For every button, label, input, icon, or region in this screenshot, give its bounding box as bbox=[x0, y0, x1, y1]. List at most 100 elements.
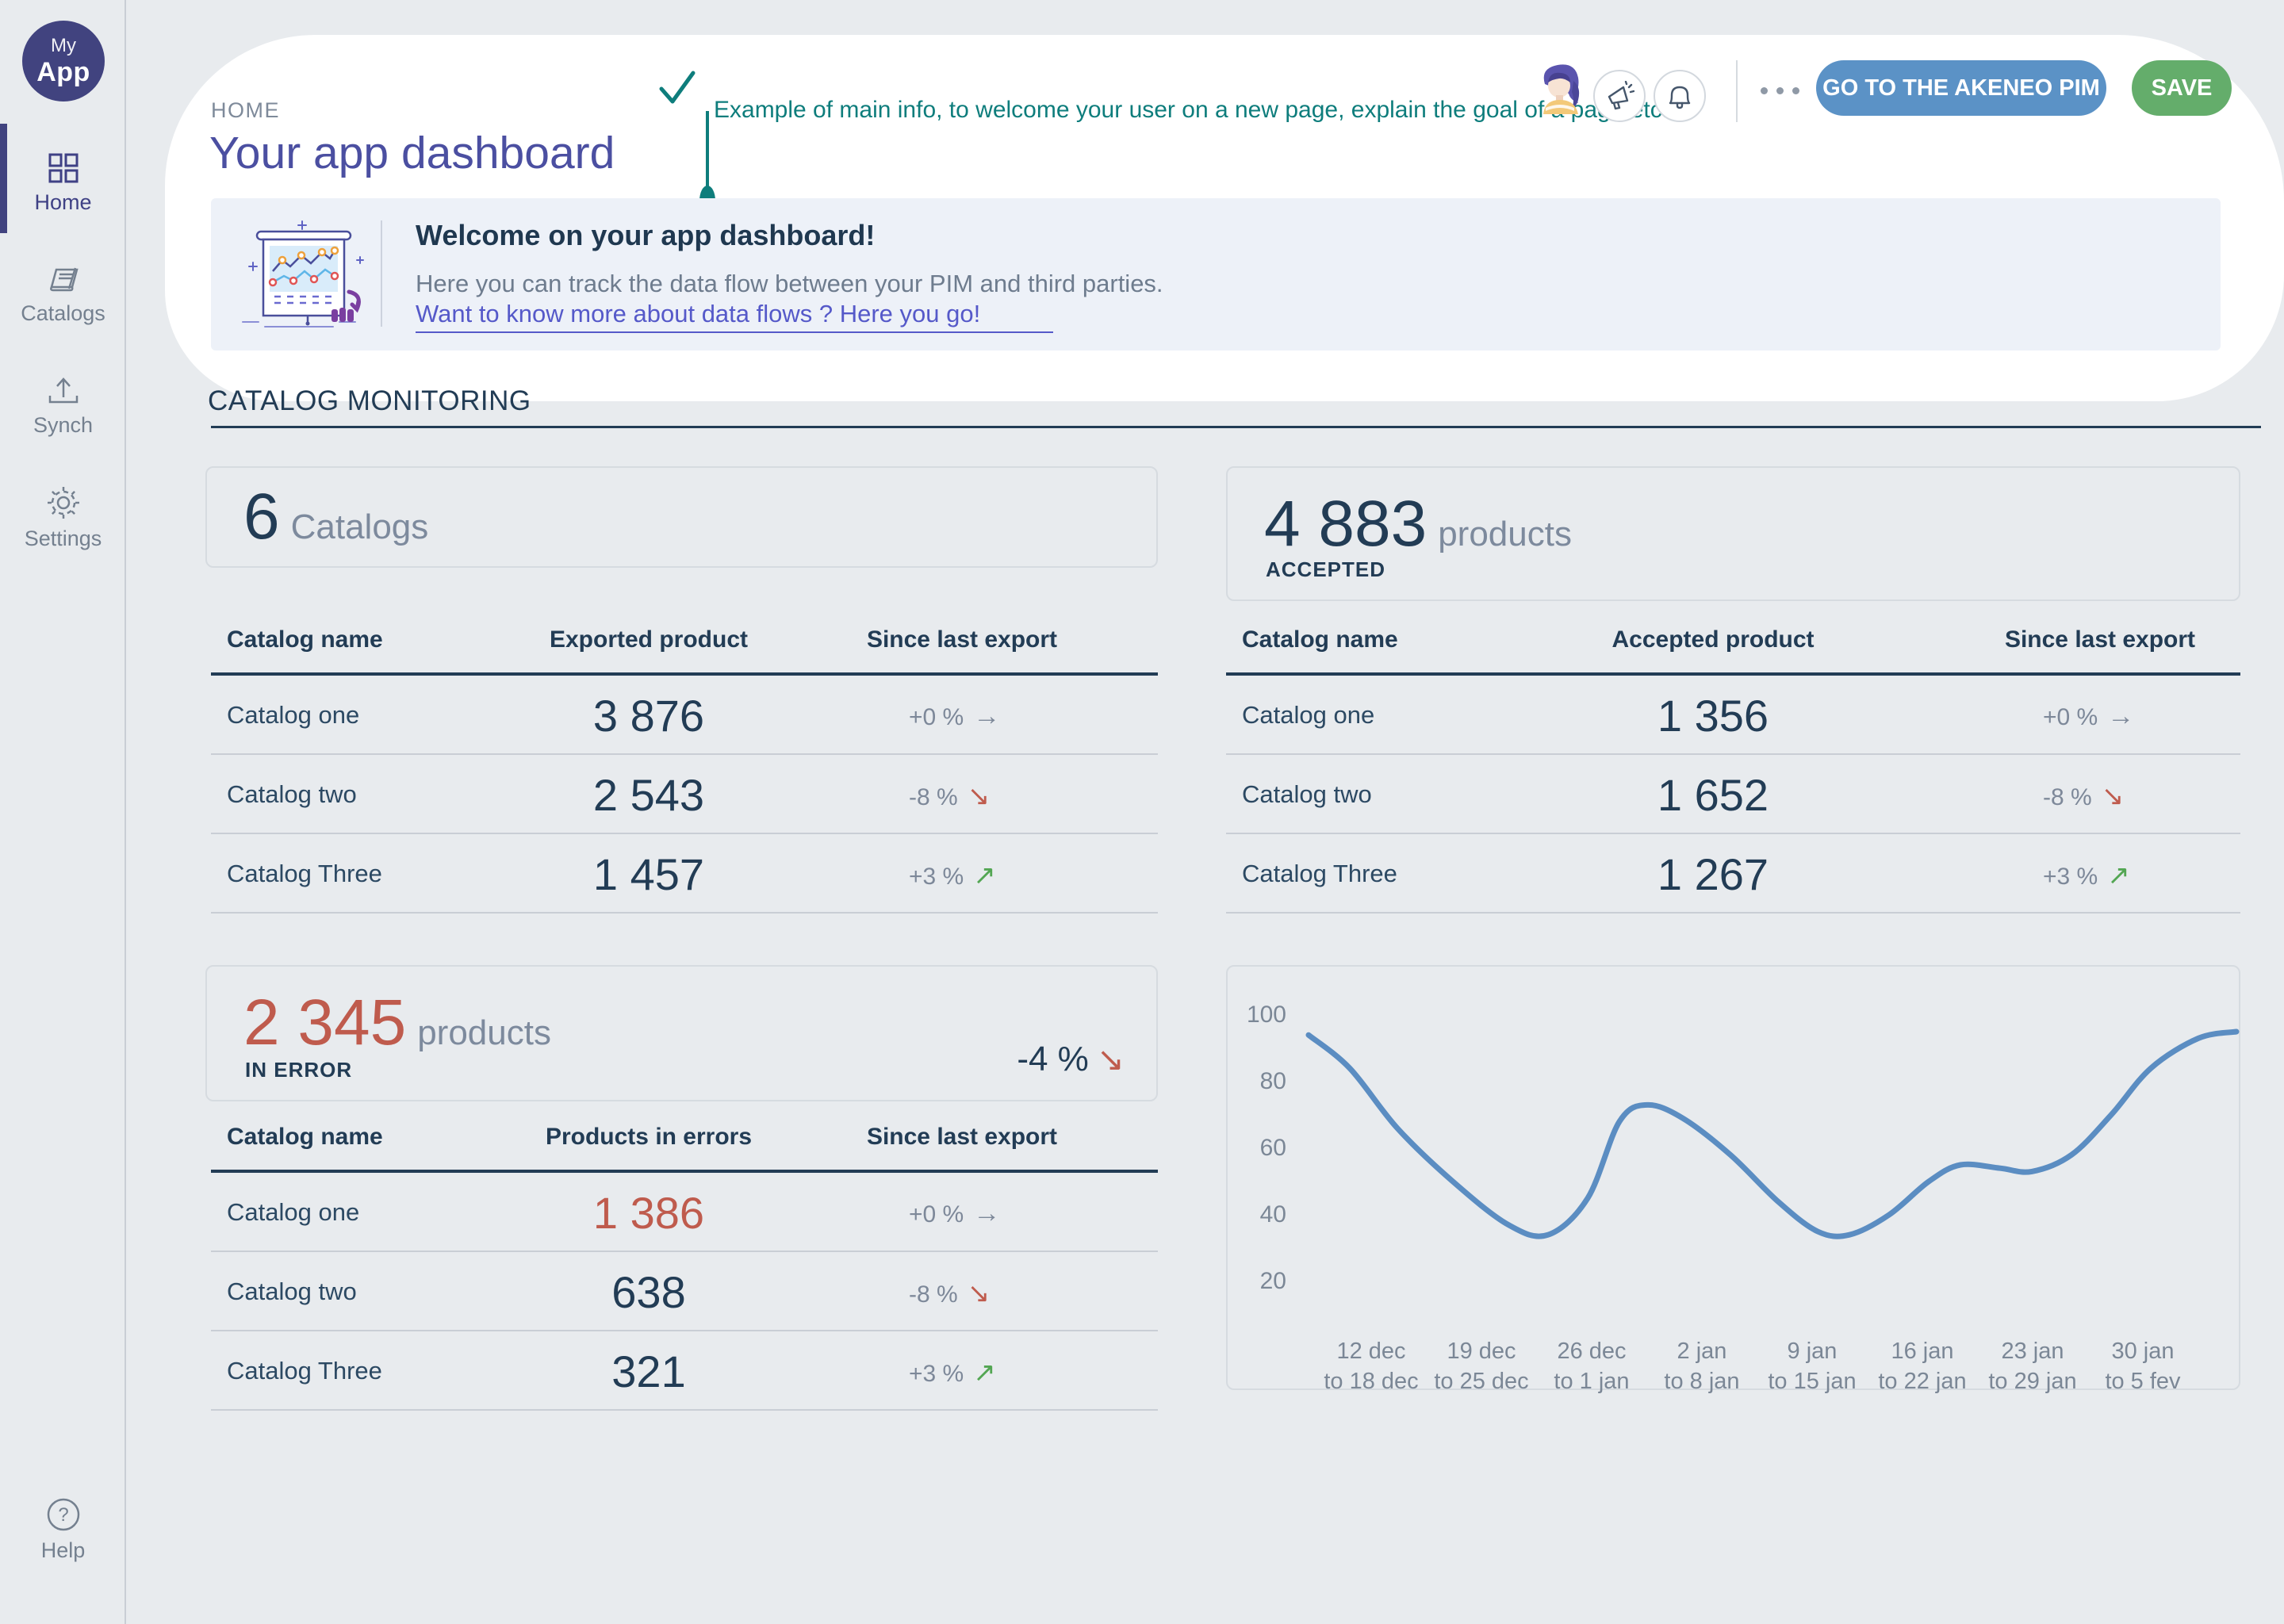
product-count: 321 bbox=[611, 1346, 685, 1397]
product-count: 638 bbox=[611, 1266, 685, 1318]
user-avatar[interactable] bbox=[1534, 60, 1588, 114]
catalog-book-icon bbox=[47, 263, 80, 295]
products-trend-chart: 1008060402012 decto 18 dec19 decto 25 de… bbox=[1226, 965, 2240, 1390]
catalog-name: Catalog one bbox=[227, 1198, 359, 1227]
table-header-row: Catalog nameProducts in errorsSince last… bbox=[211, 1108, 1158, 1170]
bell-icon bbox=[1665, 81, 1694, 111]
trend-value: +0 %→ bbox=[2043, 701, 2134, 732]
page-title: Your app dashboard bbox=[209, 127, 615, 179]
product-count: 1 652 bbox=[1657, 769, 1769, 821]
trend-up-icon: ↗ bbox=[2107, 860, 2130, 891]
banner-body: Here you can track the data flow between… bbox=[416, 270, 1163, 298]
trend-down-icon: ↘ bbox=[1097, 1040, 1125, 1078]
grid-icon bbox=[48, 152, 79, 184]
notifications-button[interactable] bbox=[1654, 70, 1706, 122]
announcements-button[interactable] bbox=[1593, 70, 1646, 122]
sidebar-item-label: Home bbox=[34, 190, 91, 214]
trend-flat-icon: → bbox=[973, 1198, 1000, 1228]
accepted-products-table: Catalog name Accepted product Since last e… bbox=[1226, 611, 2240, 914]
sidebar-item-catalogs[interactable]: Catalogs bbox=[0, 263, 126, 326]
table-header-row: Catalog name Accepted product Since last e… bbox=[1226, 611, 2240, 672]
table-row: Catalog Three 1 267 +3 %↗ bbox=[1226, 834, 2240, 914]
catalog-name: Catalog one bbox=[227, 701, 359, 730]
sidebar-item-label: Help bbox=[41, 1538, 86, 1562]
accepted-count: 4 883 bbox=[1264, 488, 1427, 560]
catalogs-count-card: 6 Catalogs bbox=[205, 466, 1158, 568]
sidebar-item-help[interactable]: ? Help bbox=[0, 1497, 126, 1563]
table-row: Catalog one3 876+0 %→ bbox=[211, 676, 1158, 755]
trend-value: +3 %↗ bbox=[909, 1357, 996, 1388]
save-button[interactable]: SAVE bbox=[2132, 60, 2232, 116]
table-row: Catalog two 638 -8 %↘ bbox=[211, 1252, 1158, 1331]
column-header: Exported product bbox=[550, 626, 748, 653]
breadcrumb[interactable]: HOME bbox=[211, 98, 280, 123]
catalogs-count-label: Catalogs bbox=[291, 508, 429, 546]
product-count: 3 876 bbox=[593, 690, 704, 741]
catalog-name: Catalog Three bbox=[227, 1357, 382, 1385]
go-to-pim-button[interactable]: GO TO THE AKENEO PIM bbox=[1816, 60, 2106, 116]
section-rule bbox=[211, 426, 2261, 428]
trend-down-icon: ↘ bbox=[968, 781, 991, 811]
catalog-name: Catalog one bbox=[1242, 701, 1374, 730]
catalog-name: Catalog Three bbox=[1242, 860, 1397, 888]
column-header: Catalog name bbox=[1242, 626, 1398, 653]
product-count: 1 267 bbox=[1657, 848, 1769, 900]
table-row: Catalog one 1 356 +0 %→ bbox=[1226, 676, 2240, 755]
catalog-name: Catalog two bbox=[1242, 780, 1372, 809]
product-count: 1 457 bbox=[593, 848, 704, 900]
product-count: 1 356 bbox=[1657, 690, 1769, 741]
sidebar-item-home[interactable]: Home bbox=[0, 152, 126, 215]
catalogs-count: 6 bbox=[243, 481, 280, 553]
line-chart-canvas bbox=[1228, 967, 2242, 1392]
gear-icon bbox=[46, 485, 81, 520]
column-header: Since last export bbox=[867, 626, 1057, 653]
section-title: CATALOG MONITORING bbox=[208, 385, 531, 417]
column-header: Since last export bbox=[2005, 626, 2195, 653]
table-header-row: Catalog name Exported product Since last e… bbox=[211, 611, 1158, 672]
trend-down-icon: ↘ bbox=[2102, 781, 2125, 811]
sidebar-item-label: Synch bbox=[33, 413, 93, 437]
trend-value: +3 %↗ bbox=[2043, 860, 2130, 891]
annotation-text: Example of main info, to welcome your us… bbox=[714, 97, 1669, 124]
banner-title: Welcome on your app dashboard! bbox=[416, 219, 875, 252]
trend-line bbox=[1309, 1032, 2236, 1236]
errors-count: 2 345 bbox=[243, 986, 406, 1059]
logo-line2: App bbox=[22, 57, 105, 88]
sidebar-item-synch[interactable]: Synch bbox=[0, 375, 126, 438]
trend-value: +0 %→ bbox=[909, 1198, 1000, 1229]
trend-flat-icon: → bbox=[2107, 701, 2134, 731]
product-count: 1 386 bbox=[593, 1187, 704, 1239]
column-header: Catalog name bbox=[227, 626, 383, 653]
errors-trend: -4 %↘ bbox=[1017, 1040, 1125, 1079]
error-products-card: 2 345 products IN ERROR -4 %↘ bbox=[205, 965, 1158, 1101]
trend-value: -8 %↘ bbox=[909, 1277, 990, 1309]
column-header: Accepted product bbox=[1611, 626, 1814, 653]
more-actions-button[interactable] bbox=[1761, 87, 1816, 94]
errors-sublabel: IN ERROR bbox=[245, 1058, 352, 1082]
catalog-name: Catalog two bbox=[227, 780, 357, 809]
table-row: Catalog Three1 457+3 %↗ bbox=[211, 834, 1158, 914]
annotation-pointer-line bbox=[706, 111, 709, 190]
trend-flat-icon: → bbox=[973, 701, 1000, 731]
catalog-name: Catalog Three bbox=[227, 860, 382, 888]
table-row: Catalog one 1 386 +0 %→ bbox=[211, 1173, 1158, 1252]
table-row: Catalog Three 321 +3 %↗ bbox=[211, 1331, 1158, 1411]
sidebar: My App Home Catalogs bbox=[0, 0, 126, 1624]
dashboard-illustration bbox=[238, 216, 377, 333]
errors-count-label: products bbox=[417, 1013, 551, 1052]
app-logo: My App bbox=[22, 21, 105, 102]
trend-up-icon: ↗ bbox=[973, 860, 996, 891]
column-header: Products in errors bbox=[546, 1124, 752, 1151]
trend-value: -8 %↘ bbox=[909, 780, 990, 812]
svg-text:?: ? bbox=[58, 1504, 68, 1526]
accepted-products-card: 4 883products ACCEPTED bbox=[1226, 466, 2240, 601]
column-header: Since last export bbox=[867, 1124, 1057, 1151]
error-products-table: Catalog nameProducts in errorsSince last… bbox=[211, 1108, 1158, 1411]
welcome-banner: Welcome on your app dashboard! Here you … bbox=[211, 198, 2221, 350]
sidebar-item-label: Settings bbox=[25, 527, 102, 550]
banner-link[interactable]: Want to know more about data flows ? Her… bbox=[416, 300, 1053, 333]
catalog-name: Catalog two bbox=[227, 1277, 357, 1306]
product-count: 2 543 bbox=[593, 769, 704, 821]
sidebar-item-settings[interactable]: Settings bbox=[0, 485, 126, 551]
help-icon: ? bbox=[46, 1497, 81, 1532]
